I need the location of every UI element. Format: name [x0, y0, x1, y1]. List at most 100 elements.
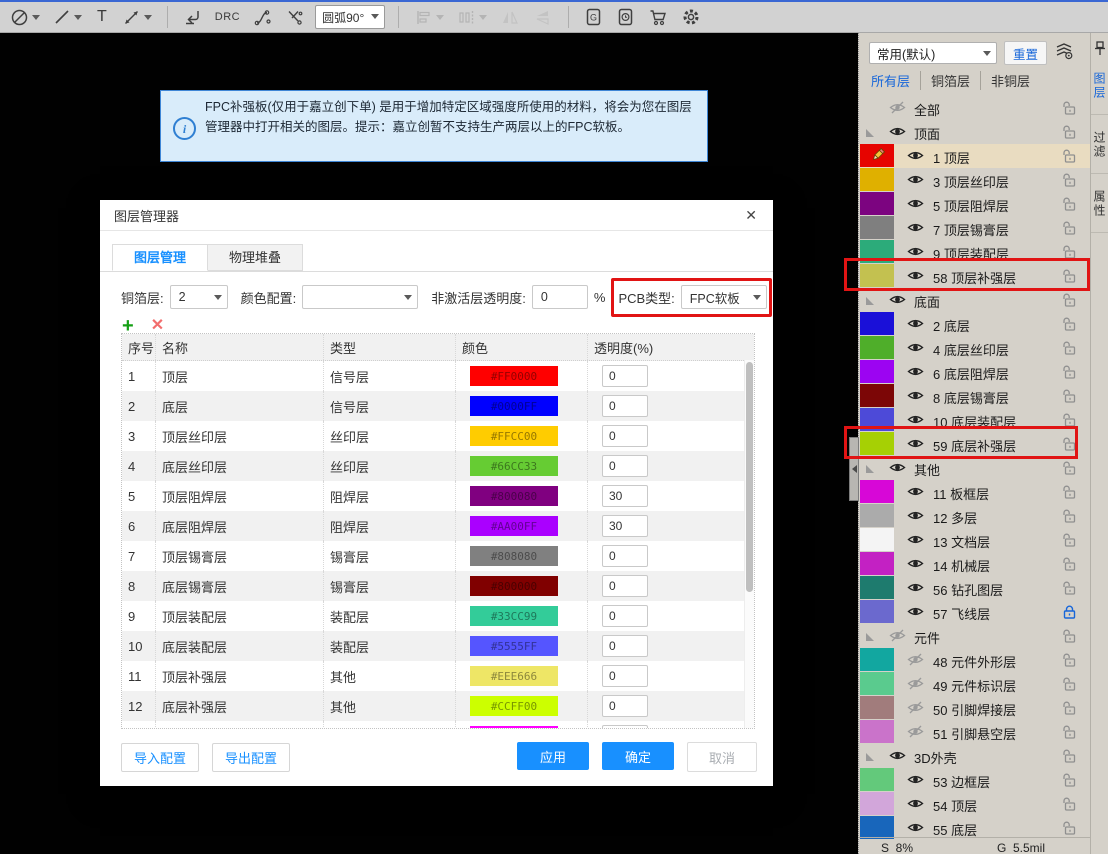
layer-group-row[interactable]: 顶面 [859, 120, 1090, 144]
layer-color-swatch[interactable] [860, 792, 894, 815]
lock-open-icon[interactable] [1063, 245, 1076, 264]
lock-open-icon[interactable] [1063, 173, 1076, 192]
eye-visible-icon[interactable] [907, 437, 924, 455]
table-row[interactable] [122, 721, 754, 729]
layer-color-swatch[interactable] [860, 648, 894, 671]
lock-open-icon[interactable] [1063, 725, 1076, 744]
lock-open-icon[interactable] [1063, 365, 1076, 384]
eye-visible-icon[interactable] [907, 365, 924, 383]
table-row[interactable]: 7顶层锡膏层锡膏层#808080 [122, 541, 754, 571]
lock-open-icon[interactable] [1063, 533, 1076, 552]
layer-color-swatch[interactable] [860, 432, 894, 455]
color-chip[interactable]: #EEE666 [470, 666, 558, 686]
eye-visible-icon[interactable] [889, 749, 906, 767]
lock-open-icon[interactable] [1063, 653, 1076, 672]
lock-open-icon[interactable] [1063, 413, 1076, 432]
align-button[interactable] [412, 6, 446, 29]
opacity-input[interactable] [602, 665, 648, 687]
layer-color-swatch[interactable] [860, 696, 894, 719]
distribute-button[interactable] [455, 6, 489, 29]
tab-noncopper-layers[interactable]: 非铜层 [980, 71, 1040, 90]
eye-visible-icon[interactable] [889, 461, 906, 479]
eye-visible-icon[interactable] [907, 269, 924, 287]
color-config-select[interactable] [302, 285, 418, 309]
opacity-input[interactable] [602, 545, 648, 567]
eye-hidden-icon[interactable] [907, 701, 924, 719]
table-row[interactable]: 1顶层信号层#FF0000 [122, 361, 754, 391]
layer-row[interactable]: 7 顶层锡膏层 [859, 216, 1090, 240]
import-changes-button[interactable] [181, 6, 204, 29]
no-entry-tool-button[interactable] [8, 6, 42, 29]
lock-open-icon[interactable] [1063, 557, 1076, 576]
reset-button[interactable]: 重置 [1004, 41, 1047, 65]
layer-color-swatch[interactable] [860, 408, 894, 431]
table-row[interactable]: 11顶层补强层其他#EEE666 [122, 661, 754, 691]
lock-open-icon[interactable] [1063, 749, 1076, 768]
layer-row[interactable]: 56 钻孔图层 [859, 576, 1090, 600]
layer-group-row[interactable]: 底面 [859, 288, 1090, 312]
color-chip[interactable]: #5555FF [470, 636, 558, 656]
opacity-input[interactable] [602, 515, 648, 537]
table-row[interactable]: 9顶层装配层装配层#33CC99 [122, 601, 754, 631]
table-row[interactable]: 2底层信号层#0000FF [122, 391, 754, 421]
collapse-triangle-icon[interactable] [866, 465, 874, 473]
lock-open-icon[interactable] [1063, 629, 1076, 648]
route-tool-button[interactable] [251, 6, 274, 29]
cancel-button[interactable]: 取消 [687, 742, 757, 772]
lock-open-icon[interactable] [1063, 125, 1076, 144]
eye-visible-icon[interactable] [907, 509, 924, 527]
layer-row[interactable]: 12 多层 [859, 504, 1090, 528]
drc-button[interactable]: DRC [213, 9, 242, 25]
layer-color-swatch[interactable] [860, 672, 894, 695]
tab-copper-layers[interactable]: 铜箔层 [920, 71, 980, 90]
opacity-input[interactable] [602, 455, 648, 477]
opacity-input[interactable] [602, 575, 648, 597]
close-icon[interactable]: ✕ [743, 207, 759, 224]
layer-row[interactable]: 48 元件外形层 [859, 648, 1090, 672]
pin-icon[interactable] [1091, 33, 1108, 56]
settings-gear-button[interactable] [679, 5, 703, 29]
eye-visible-icon[interactable] [907, 773, 924, 791]
layer-row[interactable]: 50 引脚焊接层 [859, 696, 1090, 720]
collapse-triangle-icon[interactable] [866, 753, 874, 761]
layer-color-swatch[interactable] [860, 816, 894, 839]
table-row[interactable]: 5顶层阻焊层阻焊层#800080 [122, 481, 754, 511]
lock-open-icon[interactable] [1063, 461, 1076, 480]
color-chip[interactable]: #FFCC00 [470, 426, 558, 446]
table-scrollbar[interactable] [744, 360, 754, 728]
layer-preset-select[interactable]: 常用(默认) [869, 42, 997, 64]
eye-visible-icon[interactable] [907, 581, 924, 599]
layer-row[interactable]: 9 顶层装配层 [859, 240, 1090, 264]
opacity-input[interactable] [602, 725, 648, 729]
eye-visible-icon[interactable] [907, 557, 924, 575]
color-chip[interactable]: #0000FF [470, 396, 558, 416]
layer-settings-icon[interactable] [1054, 42, 1074, 65]
layer-color-swatch[interactable] [860, 576, 894, 599]
eye-visible-icon[interactable] [907, 149, 924, 167]
layer-color-swatch[interactable] [860, 720, 894, 743]
layer-row[interactable]: 58 顶层补强层 [859, 264, 1090, 288]
layer-row[interactable]: 8 底层锡膏层 [859, 384, 1090, 408]
color-chip[interactable]: #66CC33 [470, 456, 558, 476]
ok-button[interactable]: 确定 [602, 742, 674, 770]
eye-hidden-icon[interactable] [889, 101, 906, 119]
arc-mode-select[interactable]: 圆弧90° [315, 5, 385, 29]
eye-visible-icon[interactable] [907, 221, 924, 239]
layer-color-swatch[interactable] [860, 312, 894, 335]
side-tab-layers[interactable]: 图层 [1091, 72, 1108, 100]
table-row[interactable]: 12底层补强层其他#CCFF00 [122, 691, 754, 721]
layer-row[interactable]: 4 底层丝印层 [859, 336, 1090, 360]
layer-color-swatch[interactable] [860, 528, 894, 551]
delete-layer-icon[interactable]: ✕ [151, 318, 164, 334]
layer-row[interactable]: 57 飞线层 [859, 600, 1090, 624]
dimension-tool-button[interactable] [120, 6, 154, 29]
eye-hidden-icon[interactable] [907, 677, 924, 695]
lock-open-icon[interactable] [1063, 149, 1076, 168]
lock-open-icon[interactable] [1063, 437, 1076, 456]
layer-row[interactable]: 14 机械层 [859, 552, 1090, 576]
eye-visible-icon[interactable] [907, 413, 924, 431]
goods-document-button[interactable]: G [582, 5, 605, 29]
text-tool-button[interactable]: T [93, 6, 111, 28]
import-config-button[interactable]: 导入配置 [121, 743, 199, 772]
eye-hidden-icon[interactable] [907, 725, 924, 743]
